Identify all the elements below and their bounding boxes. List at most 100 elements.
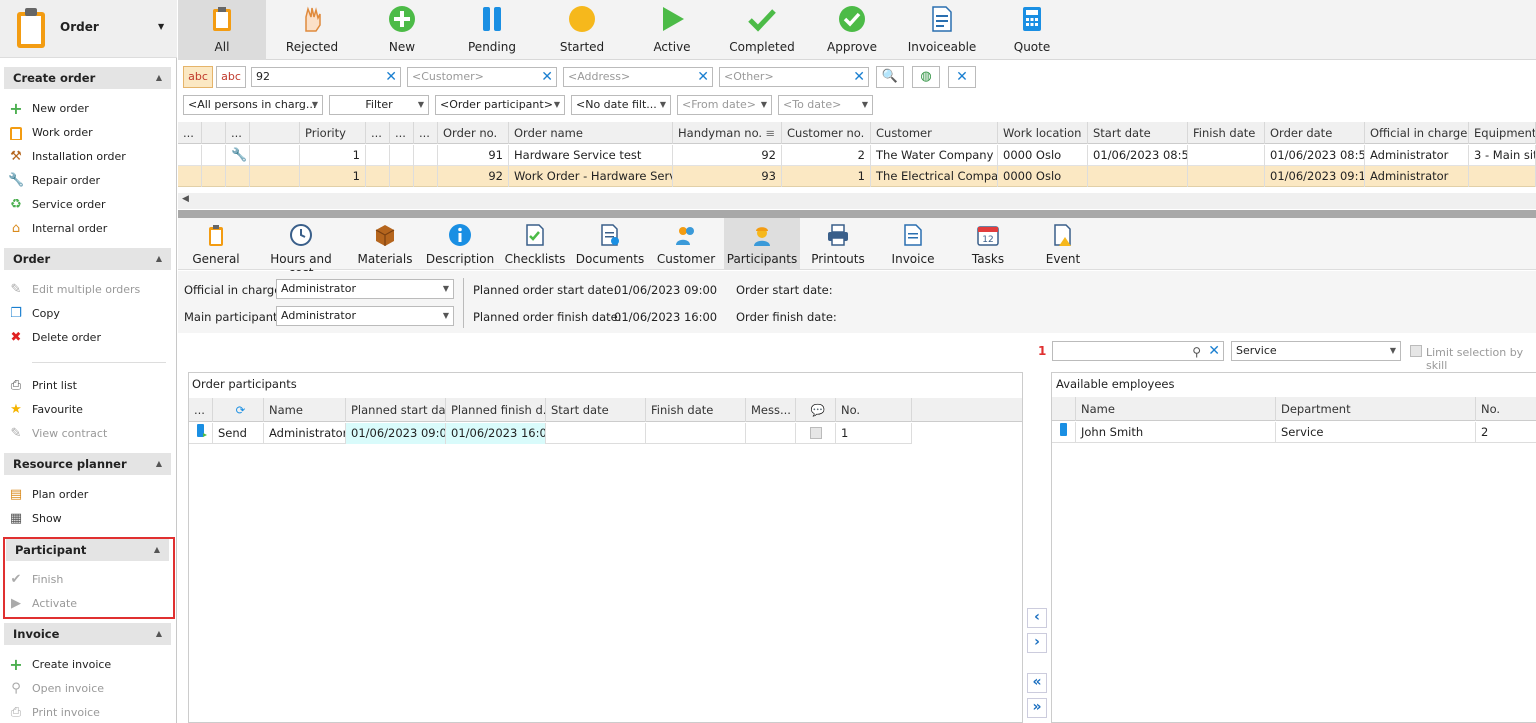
column-header[interactable]: Planned finish d...: [446, 398, 546, 422]
column-header[interactable]: ...: [178, 122, 202, 144]
clear-all-button[interactable]: ✕: [948, 66, 976, 88]
horizontal-scrollbar[interactable]: ◀: [178, 193, 1536, 209]
employee-search-input[interactable]: ⚲ ✕: [1052, 341, 1224, 361]
start-date-cell[interactable]: [546, 423, 646, 444]
column-header[interactable]: [250, 122, 300, 144]
address-input[interactable]: <Address> ✕: [563, 67, 713, 87]
from-date-input[interactable]: <From date> ▼: [677, 95, 772, 115]
finish-date-cell[interactable]: [646, 423, 746, 444]
tab-customer[interactable]: Customer: [648, 218, 724, 270]
tab-participants[interactable]: Participants: [724, 218, 800, 270]
column-header[interactable]: Handyman no. ≡: [673, 122, 782, 144]
move-right-button[interactable]: ›: [1027, 633, 1047, 653]
column-header[interactable]: Mess...: [746, 398, 796, 422]
clear-icon[interactable]: ✕: [697, 69, 709, 85]
scroll-left-icon[interactable]: ◀: [182, 194, 189, 204]
column-header[interactable]: Start date: [546, 398, 646, 422]
tab-documents[interactable]: Documents: [572, 218, 648, 270]
print-invoice-item[interactable]: ⎙ Print invoice: [8, 703, 168, 723]
column-header[interactable]: Customer: [871, 122, 998, 144]
column-header[interactable]: Work location: [998, 122, 1088, 144]
splitter[interactable]: [178, 210, 1536, 218]
open-invoice-item[interactable]: ⚲ Open invoice: [8, 679, 168, 699]
toolbar-invoiceable[interactable]: Invoiceable: [898, 0, 986, 60]
tab-hours-and-cost[interactable]: Hours and cost: [258, 218, 344, 280]
toolbar-started[interactable]: Started: [538, 0, 626, 60]
table-row[interactable]: John Smith Service 2: [1052, 422, 1536, 443]
toolbar-approve[interactable]: Approve: [808, 0, 896, 60]
column-header[interactable]: Order no.: [438, 122, 509, 144]
column-header[interactable]: ...: [189, 398, 213, 422]
work-order-item[interactable]: Work order: [8, 123, 168, 143]
print-list-item[interactable]: ⎙ Print list: [8, 376, 168, 396]
sync-icon[interactable]: ⟳: [213, 398, 264, 422]
favourite-item[interactable]: ★ Favourite: [8, 400, 168, 420]
column-header[interactable]: No.: [1476, 397, 1536, 421]
planned-start-cell[interactable]: 01/06/2023 09:00: [346, 423, 446, 444]
installation-order-item[interactable]: ⚒ Installation order: [8, 147, 168, 167]
section-invoice[interactable]: Invoice ▲: [4, 623, 171, 645]
column-header[interactable]: Equipment: [1469, 122, 1536, 144]
planned-finish-cell[interactable]: 01/06/2023 16:00: [446, 423, 546, 444]
move-all-left-button[interactable]: «: [1027, 673, 1047, 693]
clear-icon[interactable]: ✕: [385, 69, 397, 85]
toolbar-pending[interactable]: Pending: [448, 0, 536, 60]
customer-input[interactable]: <Customer> ✕: [407, 67, 557, 87]
tab-materials[interactable]: Materials: [347, 218, 423, 270]
activate-item[interactable]: ▶ Activate: [8, 594, 168, 614]
section-resource-planner[interactable]: Resource planner ▲: [4, 453, 171, 475]
column-header[interactable]: Official in charge: [1365, 122, 1469, 144]
toolbar-completed[interactable]: Completed: [718, 0, 806, 60]
toolbar-rejected[interactable]: Rejected: [268, 0, 356, 60]
show-item[interactable]: ▦ Show: [8, 509, 168, 529]
column-header[interactable]: Name: [264, 398, 346, 422]
column-header[interactable]: ...: [366, 122, 390, 144]
action-cell[interactable]: Send: [213, 423, 264, 444]
column-header[interactable]: No.: [836, 398, 912, 422]
search-button[interactable]: 🔍: [876, 66, 904, 88]
edit-multiple-orders-item[interactable]: ✎ Edit multiple orders: [8, 280, 168, 300]
clear-icon[interactable]: ✕: [1208, 343, 1220, 359]
persons-dropdown[interactable]: <All persons in charg... ▼: [183, 95, 323, 115]
column-header[interactable]: Order date: [1265, 122, 1365, 144]
finish-item[interactable]: ✔ Finish: [8, 570, 168, 590]
column-header[interactable]: Start date: [1088, 122, 1188, 144]
globe-button[interactable]: ◍: [912, 66, 940, 88]
participant-dropdown[interactable]: <Order participant> ▼: [435, 95, 565, 115]
chevron-down-icon[interactable]: ▼: [158, 22, 164, 31]
view-contract-item[interactable]: ✎ View contract: [8, 424, 168, 444]
message-checkbox[interactable]: [810, 427, 822, 439]
tab-printouts[interactable]: Printouts: [800, 218, 876, 270]
column-header[interactable]: Finish date: [646, 398, 746, 422]
create-invoice-item[interactable]: + Create invoice: [8, 655, 168, 675]
message-icon[interactable]: 💬: [796, 398, 836, 422]
service-order-item[interactable]: ♻ Service order: [8, 195, 168, 215]
case-filter-toggle[interactable]: abc: [183, 66, 213, 88]
tab-tasks[interactable]: 12 Tasks: [950, 218, 1026, 270]
tab-invoice[interactable]: Invoice: [875, 218, 951, 270]
clear-icon[interactable]: ✕: [853, 69, 865, 85]
plan-order-item[interactable]: ▤ Plan order: [8, 485, 168, 505]
column-header[interactable]: Department: [1276, 397, 1476, 421]
tab-checklists[interactable]: Checklists: [497, 218, 573, 270]
column-header[interactable]: Order name: [509, 122, 673, 144]
internal-order-item[interactable]: ⌂ Internal order: [8, 219, 168, 239]
clear-icon[interactable]: ✕: [541, 69, 553, 85]
column-header[interactable]: ...: [390, 122, 414, 144]
column-header[interactable]: [202, 122, 226, 144]
toolbar-all[interactable]: All: [178, 0, 266, 60]
tab-description[interactable]: Description: [422, 218, 498, 270]
toolbar-quote[interactable]: Quote: [988, 0, 1076, 60]
repair-order-item[interactable]: 🔧 Repair order: [8, 171, 168, 191]
table-row-selected[interactable]: 1 92 Work Order - Hardware Service 93 1 …: [178, 166, 1536, 187]
column-header[interactable]: ...: [226, 122, 250, 144]
column-header[interactable]: Priority: [300, 122, 366, 144]
tab-general[interactable]: General: [178, 218, 254, 270]
move-left-button[interactable]: ‹: [1027, 608, 1047, 628]
main-participant-dropdown[interactable]: Administrator ▼: [276, 306, 454, 326]
column-header[interactable]: Customer no.: [782, 122, 871, 144]
skill-dropdown[interactable]: Service ▼: [1231, 341, 1401, 361]
table-row[interactable]: 🔧 1 91 Hardware Service test 92 2 The Wa…: [178, 145, 1536, 166]
toolbar-active[interactable]: Active: [628, 0, 716, 60]
filter-dropdown[interactable]: Filter ▼: [329, 95, 429, 115]
